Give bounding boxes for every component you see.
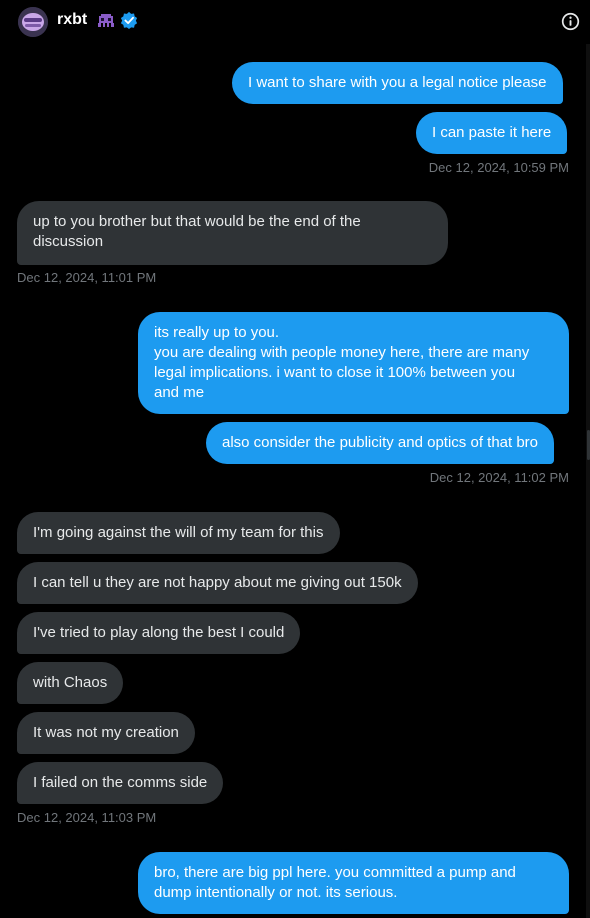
conversation-header: rxbt xyxy=(0,0,590,44)
incoming-message[interactable]: I failed on the comms side xyxy=(17,762,224,804)
incoming-message[interactable]: It was not my creation xyxy=(17,712,195,754)
avatar[interactable] xyxy=(18,7,48,37)
outgoing-message[interactable]: also consider the publicity and optics o… xyxy=(206,422,555,464)
message-timestamp: Dec 12, 2024, 11:01 PM xyxy=(17,270,157,285)
verified-badge-icon xyxy=(120,11,138,29)
outgoing-message[interactable]: bro, there are big ppl here. you committ… xyxy=(138,852,569,914)
contact-name[interactable]: rxbt xyxy=(57,11,87,29)
incoming-message[interactable]: I can tell u they are not happy about me… xyxy=(17,562,418,604)
avatar-image xyxy=(18,7,48,37)
message-timestamp: Dec 12, 2024, 11:03 PM xyxy=(17,810,157,825)
outgoing-message[interactable]: its really up to you. you are dealing wi… xyxy=(138,312,569,414)
alien-emoji-icon xyxy=(98,14,114,27)
message-timestamp: Dec 12, 2024, 10:59 PM xyxy=(428,160,569,175)
scrollbar-track[interactable] xyxy=(586,44,590,918)
info-icon[interactable] xyxy=(561,12,580,31)
incoming-message[interactable]: up to you brother but that would be the … xyxy=(17,201,448,265)
incoming-message[interactable]: I'm going against the will of my team fo… xyxy=(17,512,340,554)
incoming-message[interactable]: I've tried to play along the best I coul… xyxy=(17,612,301,654)
message-timestamp: Dec 12, 2024, 11:02 PM xyxy=(429,470,569,485)
incoming-message[interactable]: with Chaos xyxy=(17,662,124,704)
outgoing-message[interactable]: I want to share with you a legal notice … xyxy=(232,62,563,104)
outgoing-message[interactable]: I can paste it here xyxy=(416,112,568,154)
